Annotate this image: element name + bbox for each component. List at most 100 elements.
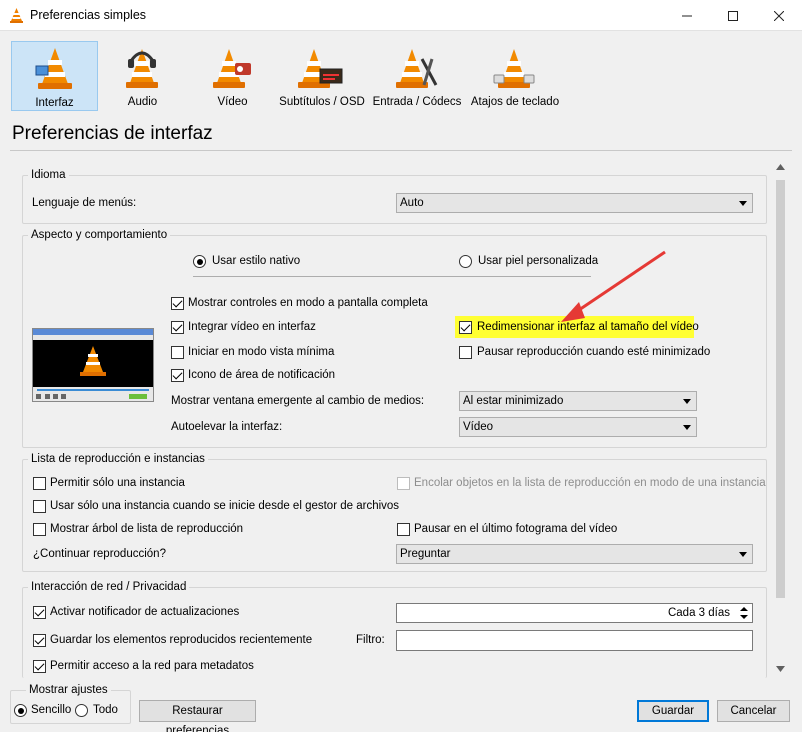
save-recent-label: Guardar los elementos reproducidos recie… <box>50 634 313 646</box>
category-label: Atajos de teclado <box>470 96 560 108</box>
group-title: Lista de reproducción e instancias <box>28 453 208 465</box>
audio-cone-icon <box>126 49 158 88</box>
chevron-down-icon <box>683 425 691 430</box>
red-arrow-annotation <box>561 250 666 322</box>
category-label: Audio <box>127 96 158 108</box>
popup-label: Mostrar ventana emergente al cambio de m… <box>171 395 425 407</box>
category-audio[interactable]: Audio <box>99 41 186 111</box>
category-label: Subtítulos / OSD <box>279 96 365 108</box>
native-style-label: Usar estilo nativo <box>212 255 301 267</box>
maximize-icon <box>728 10 738 21</box>
playlist-tree-label: Mostrar árbol de lista de reproducción <box>50 523 244 535</box>
show-settings-title: Mostrar ajustes <box>26 684 111 696</box>
one-instance-checkbox[interactable] <box>33 477 46 490</box>
fullscreen-controls-checkbox[interactable] <box>171 297 184 310</box>
video-cone-icon <box>213 49 251 88</box>
maximize-button[interactable] <box>710 0 756 31</box>
group-title: Aspecto y comportamiento <box>28 229 171 241</box>
title-bar[interactable]: Preferencias simples <box>0 0 802 31</box>
combo-value: Auto <box>400 197 424 209</box>
header-divider <box>10 150 792 151</box>
spin-arrows-icon[interactable] <box>739 606 749 620</box>
window-title: Preferencias simples <box>30 8 147 22</box>
scroll-down-icon[interactable] <box>776 666 785 672</box>
combo-value: Vídeo <box>463 421 494 433</box>
group-title: Idioma <box>28 169 69 181</box>
embed-video-checkbox[interactable] <box>171 321 184 334</box>
group-title: Interacción de red / Privacidad <box>28 581 190 593</box>
update-interval-spinbox[interactable]: Cada 3 días <box>396 603 753 623</box>
enqueue-label: Encolar objetos en la lista de reproducc… <box>414 477 766 489</box>
combo-value: Al estar minimizado <box>463 395 564 407</box>
one-instance-filemanager-label: Usar sólo una instancia cuando se inicie… <box>50 500 400 512</box>
minimize-button[interactable] <box>664 0 710 31</box>
native-style-radio[interactable] <box>193 255 206 268</box>
pause-minimized-checkbox[interactable] <box>459 346 472 359</box>
reset-preferences-button[interactable]: Restaurar preferencias <box>139 700 256 732</box>
close-button[interactable] <box>756 0 802 31</box>
category-label: Entrada / Códecs <box>372 96 462 108</box>
systray-icon-checkbox[interactable] <box>171 369 184 382</box>
update-interval-value: Cada 3 días <box>667 607 730 619</box>
start-minimal-label: Iniciar en modo vista mínima <box>188 346 335 358</box>
pause-minimized-label: Pausar reproducción cuando esté minimiza… <box>477 346 711 358</box>
custom-skin-radio[interactable] <box>459 255 472 268</box>
continue-playback-select[interactable]: Preguntar <box>396 544 753 564</box>
input-codecs-cone-icon <box>396 49 438 88</box>
category-input-codecs[interactable]: Entrada / Códecs <box>370 41 464 111</box>
pause-last-frame-label: Pausar en el último fotograma del vídeo <box>414 523 618 535</box>
preview-controls <box>33 387 153 401</box>
chevron-down-icon <box>739 201 747 206</box>
close-icon <box>774 10 784 21</box>
menu-language-select[interactable]: Auto <box>396 193 753 213</box>
vlc-cone-icon <box>10 8 23 23</box>
category-label: Interfaz <box>35 97 74 109</box>
one-instance-label: Permitir sólo una instancia <box>50 477 185 489</box>
preview-menubar <box>33 335 153 340</box>
save-recent-checkbox[interactable] <box>33 634 46 647</box>
cancel-button[interactable]: Cancelar <box>717 700 790 722</box>
scrollbar-thumb[interactable] <box>776 180 785 598</box>
save-button[interactable]: Guardar <box>637 700 709 722</box>
category-video[interactable]: Vídeo <box>189 41 276 111</box>
playlist-tree-checkbox[interactable] <box>33 523 46 536</box>
simple-radio[interactable] <box>14 704 27 717</box>
interface-cone-icon <box>35 48 72 89</box>
style-divider <box>193 276 591 277</box>
chevron-down-icon <box>683 399 691 404</box>
popup-select[interactable]: Al estar minimizado <box>459 391 697 411</box>
metadata-access-label: Permitir acceso a la red para metadatos <box>50 660 254 672</box>
all-label: Todo <box>93 704 118 716</box>
update-notifier-label: Activar notificador de actualizaciones <box>50 606 240 618</box>
scroll-up-icon[interactable] <box>776 164 785 170</box>
minimize-icon <box>682 15 692 16</box>
category-interfaz[interactable]: Interfaz <box>11 41 98 111</box>
resize-interface-checkbox[interactable] <box>459 321 472 334</box>
category-label: Vídeo <box>217 96 248 108</box>
continue-playback-label: ¿Continuar reproducción? <box>33 548 166 560</box>
systray-icon-label: Icono de área de notificación <box>188 369 336 381</box>
combo-value: Preguntar <box>400 548 451 560</box>
update-notifier-checkbox[interactable] <box>33 606 46 619</box>
start-minimal-checkbox[interactable] <box>171 346 184 359</box>
fullscreen-controls-label: Mostrar controles en modo a pantalla com… <box>188 297 428 309</box>
raise-interface-select[interactable]: Vídeo <box>459 417 697 437</box>
simple-label: Sencillo <box>31 704 72 716</box>
page-title: Preferencias de interfaz <box>12 123 213 144</box>
embed-video-label: Integrar vídeo en interfaz <box>188 321 316 333</box>
pause-last-frame-checkbox[interactable] <box>397 523 410 536</box>
hotkeys-cone-icon <box>493 49 535 88</box>
interface-preview-image <box>32 328 154 402</box>
filter-label: Filtro: <box>356 634 385 646</box>
enqueue-checkbox[interactable] <box>397 477 410 490</box>
category-hotkeys[interactable]: Atajos de teclado <box>468 41 562 111</box>
one-instance-filemanager-checkbox[interactable] <box>33 500 46 513</box>
all-radio[interactable] <box>75 704 88 717</box>
preview-cone-icon <box>80 346 106 376</box>
raise-interface-label: Autoelevar la interfaz: <box>171 421 283 433</box>
menu-language-label: Lenguaje de menús: <box>32 197 137 209</box>
category-subtitles[interactable]: Subtítulos / OSD <box>278 41 366 111</box>
subtitles-cone-icon <box>298 49 343 88</box>
metadata-access-checkbox[interactable] <box>33 660 46 673</box>
filter-input[interactable] <box>396 630 753 651</box>
